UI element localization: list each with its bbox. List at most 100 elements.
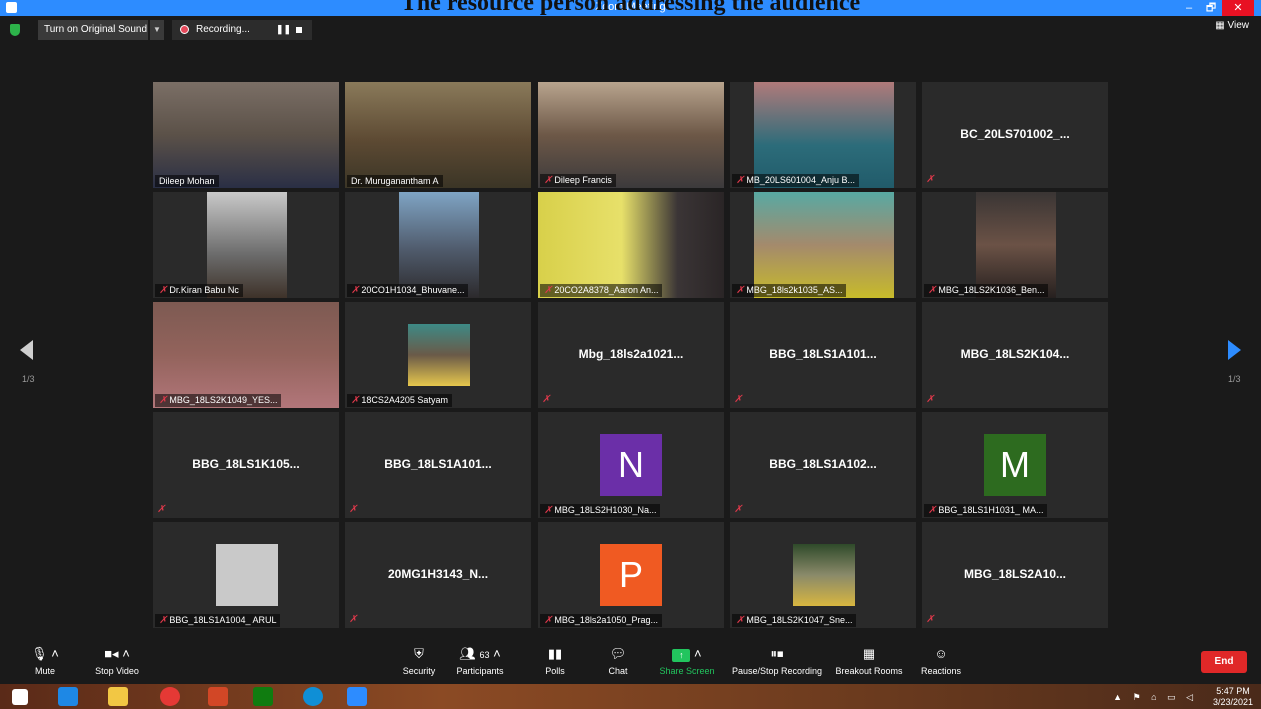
muted-mic-icon: ✗ <box>544 175 553 186</box>
video-tile[interactable]: ✗ MBG_18LS2K1047_Sne... <box>730 522 916 628</box>
share-screen-icon: ↑ ˄ <box>654 646 720 662</box>
participant-display-name: 20MG1H3143_N... <box>387 567 489 581</box>
security-button[interactable]: ⛨ Security <box>395 646 443 676</box>
video-tile[interactable]: P ✗ MBG_18ls2a1050_Prag... <box>538 522 724 628</box>
participant-display-name: BBG_18LS1A101... <box>384 457 492 471</box>
image-caption: The resource person addressing the audie… <box>400 0 861 16</box>
muted-mic-icon: ✗ <box>542 394 551 405</box>
page-indicator-left: 1/3 <box>22 374 35 384</box>
previous-page-arrow-icon[interactable] <box>20 340 33 360</box>
participant-video <box>754 82 894 188</box>
original-sound-button[interactable]: Turn on Original Sound <box>38 20 148 40</box>
participant-name: ✗ MBG_18LS2K1036_Ben... <box>924 284 1049 297</box>
grid-icon: ▦ <box>1215 20 1228 31</box>
muted-mic-icon: ✗ <box>544 505 553 516</box>
breakout-rooms-icon: ▦ <box>862 646 876 661</box>
participant-video <box>538 82 724 188</box>
chat-button[interactable]: 💬︎ Chat <box>598 646 638 676</box>
windows-start-icon[interactable] <box>12 689 28 705</box>
avatar: P <box>600 544 662 606</box>
participant-name: ✗ MBG_18LS2H1030_Na... <box>540 504 661 517</box>
participant-display-name: MBG_18LS2A10... <box>963 567 1067 581</box>
powerpoint-icon[interactable] <box>208 687 228 706</box>
participants-button[interactable]: 👥︎ 63 ˄ Participants <box>445 646 515 676</box>
video-tile[interactable]: N ✗ MBG_18LS2H1030_Na... <box>538 412 724 518</box>
video-tile[interactable]: Mbg_18ls2a1021... ✗ <box>538 302 724 408</box>
reactions-icon: ☺ <box>934 646 948 661</box>
participant-name: ✗ Dileep Francis <box>540 174 616 187</box>
polls-button[interactable]: ▮▮ Polls <box>535 646 575 676</box>
file-explorer-icon[interactable] <box>108 687 128 706</box>
end-meeting-button[interactable]: End <box>1201 651 1247 673</box>
original-sound-dropdown[interactable]: ▼ <box>150 20 164 40</box>
security-icon: ⛨ <box>414 646 424 661</box>
participant-display-name: BBG_18LS1A101... <box>769 347 877 361</box>
chat-icon: 💬︎ <box>609 646 627 661</box>
muted-mic-icon: ✗ <box>736 175 745 186</box>
participant-name: ✗ 18CS2A4205 Satyam <box>347 394 452 407</box>
video-tile[interactable]: MBG_18LS2K104... ✗ <box>922 302 1108 408</box>
clock-date: 3/23/2021 <box>1212 697 1253 707</box>
video-tile[interactable]: ✗ BBG_18LS1A1004_ ARUL <box>153 522 339 628</box>
pause-stop-recording-button[interactable]: ⏸︎⏹︎ Pause/Stop Recording <box>728 646 826 676</box>
participant-name: ✗ MBG_18LS2K1049_YES... <box>155 394 282 407</box>
video-tile[interactable]: ✗ 20CO2A8378_Aaron An... <box>538 192 724 298</box>
store-icon[interactable] <box>253 687 273 706</box>
avatar: N <box>600 434 662 496</box>
participant-video <box>976 192 1056 298</box>
share-screen-button[interactable]: ↑ ˄ Share Screen <box>654 646 720 676</box>
video-tile[interactable]: 20MG1H3143_N... ✗ <box>345 522 531 628</box>
video-tile[interactable]: BBG_18LS1A102... ✗ <box>730 412 916 518</box>
reactions-button[interactable]: ☺ Reactions <box>918 646 964 676</box>
taskbar-clock[interactable]: 5:47 PM 3/23/2021 <box>1213 686 1253 708</box>
recording-indicator: Recording... ❚❚ <box>172 20 312 40</box>
clock-time: 5:47 PM <box>1216 686 1250 696</box>
participant-name: ✗ MBG_18ls2a1050_Prag... <box>540 614 662 627</box>
video-tile[interactable]: Dileep Mohan <box>153 82 339 188</box>
edge-icon[interactable] <box>303 687 323 706</box>
zoom-taskbar-icon[interactable] <box>347 687 367 706</box>
video-tile[interactable]: ✗ MBG_18ls2k1035_AS... <box>730 192 916 298</box>
participant-name: ✗ BBG_18LS1A1004_ ARUL <box>155 614 281 627</box>
system-tray-icons[interactable]: ▲ ⚑ ⌂ ▭ ◁ <box>1113 692 1197 703</box>
stop-recording-button[interactable] <box>296 27 302 33</box>
video-tile-active-speaker[interactable]: Dr. Muruganantham A <box>345 82 531 188</box>
view-label: View <box>1227 20 1250 31</box>
breakout-rooms-button[interactable]: ▦ Breakout Rooms <box>834 646 904 676</box>
stop-video-button[interactable]: ■◂ ˄ Stop Video <box>88 646 146 676</box>
participant-name: ✗ MBG_18ls2k1035_AS... <box>732 284 847 297</box>
muted-mic-icon: ✗ <box>349 614 358 625</box>
video-tile[interactable]: MBG_18LS2A10... ✗ <box>922 522 1108 628</box>
view-button[interactable]: ▦ View <box>1215 20 1249 31</box>
chrome-icon[interactable] <box>160 687 180 706</box>
mute-button[interactable]: 🎙︎ ˄ Mute <box>28 646 62 676</box>
video-tile[interactable]: BC_20LS701002_... ✗ <box>922 82 1108 188</box>
participant-display-name: BBG_18LS1A102... <box>769 457 877 471</box>
video-tile[interactable]: ✗ MBG_18LS2K1049_YES... <box>153 302 339 408</box>
participant-photo <box>408 324 470 386</box>
video-tile[interactable]: ✗ 20CO1H1034_Bhuvane... <box>345 192 531 298</box>
avatar: M <box>984 434 1046 496</box>
video-tile[interactable]: ✗ Dr.Kiran Babu Nc <box>153 192 339 298</box>
muted-mic-icon: ✗ <box>351 395 360 406</box>
internet-explorer-icon[interactable] <box>58 687 78 706</box>
participant-video <box>207 192 287 298</box>
participant-display-name: BBG_18LS1K105... <box>192 457 300 471</box>
participant-photo <box>793 544 855 606</box>
video-tile[interactable]: ✗ 18CS2A4205 Satyam <box>345 302 531 408</box>
muted-mic-icon: ✗ <box>157 504 166 515</box>
video-tile[interactable]: ✗ MBG_18LS2K1036_Ben... <box>922 192 1108 298</box>
windows-taskbar: ▲ ⚑ ⌂ ▭ ◁ <box>0 684 1261 709</box>
participants-icon: 👥︎ 63 ˄ <box>459 646 501 661</box>
encryption-shield-icon <box>10 24 20 36</box>
pause-recording-button[interactable]: ❚❚ <box>276 24 291 35</box>
participant-video <box>153 82 339 188</box>
video-tile[interactable]: BBG_18LS1A101... ✗ <box>345 412 531 518</box>
video-tile[interactable]: ✗ Dileep Francis <box>538 82 724 188</box>
video-tile[interactable]: ✗ MB_20LS601004_Anju B... <box>730 82 916 188</box>
next-page-arrow-icon[interactable] <box>1228 340 1241 360</box>
polls-icon: ▮▮ <box>547 646 563 661</box>
video-tile[interactable]: BBG_18LS1A101... ✗ <box>730 302 916 408</box>
video-tile[interactable]: BBG_18LS1K105... ✗ <box>153 412 339 518</box>
video-tile[interactable]: M ✗ BBG_18LS1H1031_ MA... <box>922 412 1108 518</box>
